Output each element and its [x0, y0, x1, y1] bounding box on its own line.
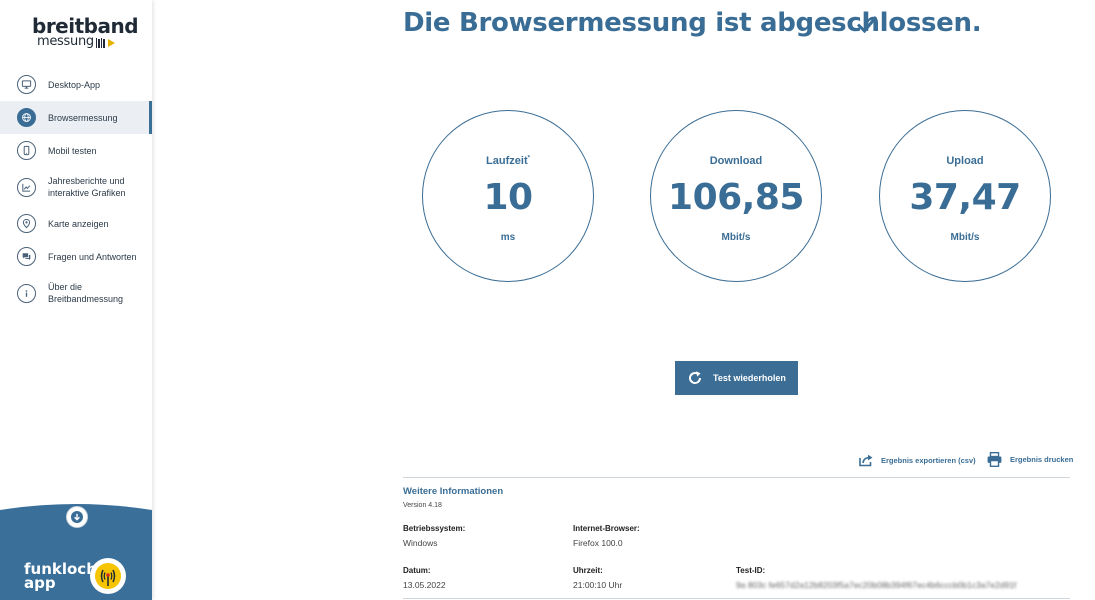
- date-label: Datum:: [403, 566, 431, 575]
- label-line1: Über die: [48, 282, 83, 292]
- test-id-value[interactable]: 9a 803c fe657d2a12b8203f5a7ec20b08b394f6…: [736, 580, 1016, 590]
- logo-bars-icon: [95, 37, 115, 48]
- upload-gauge: Upload 37,47 Mbit/s: [879, 110, 1051, 282]
- upload-unit: Mbit/s: [950, 232, 980, 243]
- sidebar-footer: funkloch- app: [0, 500, 152, 600]
- latency-value: 10: [483, 177, 533, 218]
- sidebar-item-desktop-app[interactable]: Desktop-App: [0, 68, 152, 101]
- info-section-title: Weitere Informationen: [403, 486, 504, 497]
- sidebar-item-label: Mobil testen: [48, 145, 97, 156]
- browser-value: Firefox 100.0: [573, 538, 623, 548]
- sidebar-item-label: Über die Breitbandmessung: [48, 281, 123, 305]
- download-label: Download: [709, 155, 763, 167]
- info-icon: [17, 283, 36, 303]
- repeat-test-label: Test wiederholen: [713, 373, 786, 383]
- sidebar-item-ueber[interactable]: Über die Breitbandmessung: [0, 273, 152, 313]
- logo-text-line1: breitband: [32, 14, 139, 38]
- download-gauge: Download 106,85 Mbit/s: [650, 110, 822, 282]
- divider: [403, 477, 1070, 478]
- printer-icon: [987, 452, 1002, 467]
- label-line2: interaktive Grafiken: [48, 188, 126, 198]
- sidebar-item-label: Desktop-App: [48, 79, 101, 90]
- sidebar-item-jahresberichte[interactable]: Jahresberichte und interaktive Grafiken: [0, 167, 152, 207]
- page-title: Die Browsermessung ist abgeschlossen.: [403, 8, 982, 38]
- upload-label: Upload: [946, 155, 984, 167]
- latency-unit: ms: [500, 232, 516, 243]
- gauge-label: Laufzeit*: [423, 155, 593, 167]
- monitor-icon: [17, 75, 36, 94]
- refresh-icon: [689, 371, 702, 384]
- upload-value: 37,47: [909, 177, 1021, 218]
- funkloch-antenna-icon[interactable]: [90, 558, 126, 594]
- globe-icon: [17, 108, 36, 127]
- logo-text-line2: messung: [37, 34, 94, 49]
- chart-icon: [17, 177, 36, 197]
- os-label: Betriebssystem:: [403, 524, 466, 533]
- scroll-down-button[interactable]: [66, 506, 88, 528]
- latency-label: Laufzeit: [486, 155, 528, 167]
- funkloch-text-line2: app: [24, 574, 56, 592]
- export-csv-link[interactable]: Ergebnis exportieren (csv): [858, 452, 976, 468]
- repeat-test-button[interactable]: Test wiederholen: [675, 361, 798, 395]
- sidebar-item-label: Browsermessung: [48, 112, 118, 123]
- time-label: Uhrzeit:: [573, 566, 603, 575]
- latency-gauge: Laufzeit* 10 ms: [422, 110, 594, 282]
- date-value: 13.05.2022: [403, 580, 446, 590]
- sidebar-item-label: Karte anzeigen: [48, 218, 109, 229]
- time-value: 21:00:10 Uhr: [573, 580, 623, 590]
- download-unit: Mbit/s: [721, 232, 751, 243]
- map-marker-icon: [17, 214, 36, 233]
- sidebar-nav: Desktop-App Browsermessung Mobil testen …: [0, 68, 152, 313]
- breitbandmessung-logo[interactable]: breitband messung: [32, 14, 139, 52]
- sidebar-item-label: Fragen und Antworten: [48, 251, 137, 262]
- print-result-link[interactable]: Ergebnis drucken: [986, 451, 1073, 468]
- sidebar: breitband messung Desktop-App Browsermes…: [0, 0, 152, 600]
- sidebar-item-faq[interactable]: Fragen und Antworten: [0, 240, 152, 273]
- label-line1: Jahresberichte und: [48, 176, 125, 186]
- os-value: Windows: [403, 538, 438, 548]
- test-id-label: Test-ID:: [736, 566, 766, 575]
- export-csv-label: Ergebnis exportieren (csv): [881, 455, 976, 465]
- export-icon: [859, 454, 873, 467]
- browser-label: Internet-Browser:: [573, 524, 640, 533]
- chat-icon: [17, 247, 36, 266]
- sidebar-item-karte[interactable]: Karte anzeigen: [0, 207, 152, 240]
- label-line2: Breitbandmessung: [48, 294, 124, 304]
- arrow-down-icon: [71, 511, 83, 523]
- sidebar-item-label: Jahresberichte und interaktive Grafiken: [48, 175, 126, 199]
- sidebar-item-mobil-testen[interactable]: Mobil testen: [0, 134, 152, 167]
- checkmark-icon: [856, 16, 878, 34]
- bottom-divider: [403, 598, 1070, 599]
- footnote-marker: *: [527, 155, 530, 162]
- download-value: 106,85: [668, 177, 804, 218]
- version-text: Version 4.18: [403, 502, 442, 509]
- print-result-label: Ergebnis drucken: [1010, 455, 1074, 464]
- smartphone-icon: [17, 141, 36, 160]
- sidebar-item-browsermessung[interactable]: Browsermessung: [0, 101, 152, 134]
